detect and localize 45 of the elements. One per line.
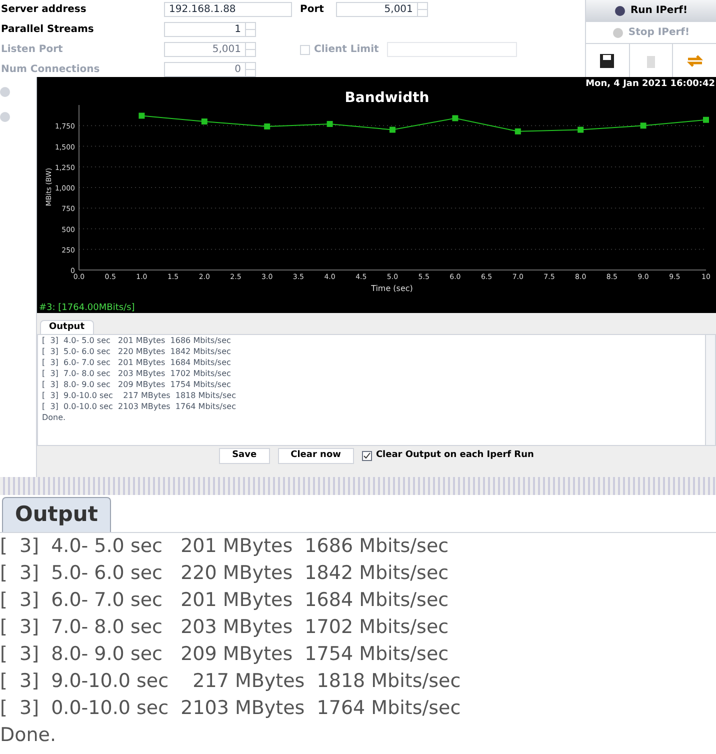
- data-point: [452, 115, 458, 122]
- splitter-bar[interactable]: [0, 477, 716, 495]
- output-line: Done.: [42, 412, 67, 423]
- output-line: [ 3] 5.0- 6.0 sec 220 MBytes 1842 Mbits/sec: [42, 346, 232, 357]
- output-line: [ 3] 0.0-10.0 sec 2103 MBytes 1764 Mbits/sec: [0, 696, 462, 721]
- output-tab[interactable]: Output: [40, 320, 94, 334]
- output-button[interactable]: Clear now: [278, 448, 354, 464]
- field-label: Listen Port: [1, 43, 64, 57]
- output-line: [ 3] 4.0- 5.0 sec 201 MBytes 1686 Mbits/sec: [0, 534, 450, 559]
- spinner-field[interactable]: 5,001: [336, 2, 428, 17]
- collapse-icon[interactable]: [0, 112, 10, 122]
- output-line: [ 3] 8.0- 9.0 sec 209 MBytes 1754 Mbits/sec: [0, 642, 450, 667]
- input-field[interactable]: 192.168.1.88: [164, 2, 292, 17]
- collapse-icon[interactable]: [0, 87, 10, 97]
- field-label: Port: [300, 3, 324, 17]
- checkbox-label: Clear Output on each Iperf Run: [376, 449, 534, 462]
- output-line: [ 3] 7.0- 8.0 sec 203 MBytes 1702 Mbits/sec: [42, 368, 232, 379]
- field-label: Client Limit: [314, 43, 379, 57]
- spinner-field[interactable]: 1: [164, 22, 256, 37]
- output-line: [ 3] 4.0- 5.0 sec 201 MBytes 1686 Mbits/sec: [42, 335, 232, 346]
- output-line: [ 3] 8.0- 9.0 sec 209 MBytes 1754 Mbits/sec: [42, 379, 232, 390]
- output-line: Done.: [0, 723, 58, 748]
- circle-icon: [614, 4, 626, 16]
- output-line: [ 3] 5.0- 6.0 sec 220 MBytes 1842 Mbits/sec: [0, 561, 450, 586]
- checkbox[interactable]: [362, 451, 372, 461]
- x-axis-label: Time (sec): [371, 284, 413, 293]
- chart-title: Bandwidth: [344, 90, 430, 106]
- scrollbar[interactable]: [705, 335, 715, 445]
- output-tab[interactable]: Output: [2, 497, 111, 532]
- output-button[interactable]: Save: [219, 448, 270, 464]
- output-line: [ 3] 6.0- 7.0 sec 201 MBytes 1684 Mbits/sec: [42, 357, 232, 368]
- output-line: [ 3] 6.0- 7.0 sec 201 MBytes 1684 Mbits/sec: [0, 588, 450, 613]
- data-point: [138, 112, 145, 119]
- legend-reading: #3: [1764.00MBits/s]: [39, 303, 135, 313]
- output-line: [ 3] 7.0- 8.0 sec 203 MBytes 1702 Mbits/sec: [0, 615, 450, 640]
- output-line: [ 3] 9.0-10.0 sec 217 MBytes 1818 Mbits/sec: [42, 390, 237, 401]
- field-label: Num Connections: [1, 63, 101, 77]
- action-button[interactable]: Run IPerf!: [586, 0, 716, 22]
- circle-icon: [612, 26, 624, 38]
- output-line: [ 3] 0.0-10.0 sec 2103 MBytes 1764 Mbits/sec: [42, 401, 237, 412]
- timestamp: Mon, 4 Jan 2021 16:00:42: [586, 79, 715, 89]
- output-line: [ 3] 9.0-10.0 sec 217 MBytes 1818 Mbits/sec: [0, 669, 462, 694]
- field-label: Parallel Streams: [1, 23, 95, 37]
- field-label: Server address: [1, 3, 88, 17]
- input-field[interactable]: [386, 42, 517, 57]
